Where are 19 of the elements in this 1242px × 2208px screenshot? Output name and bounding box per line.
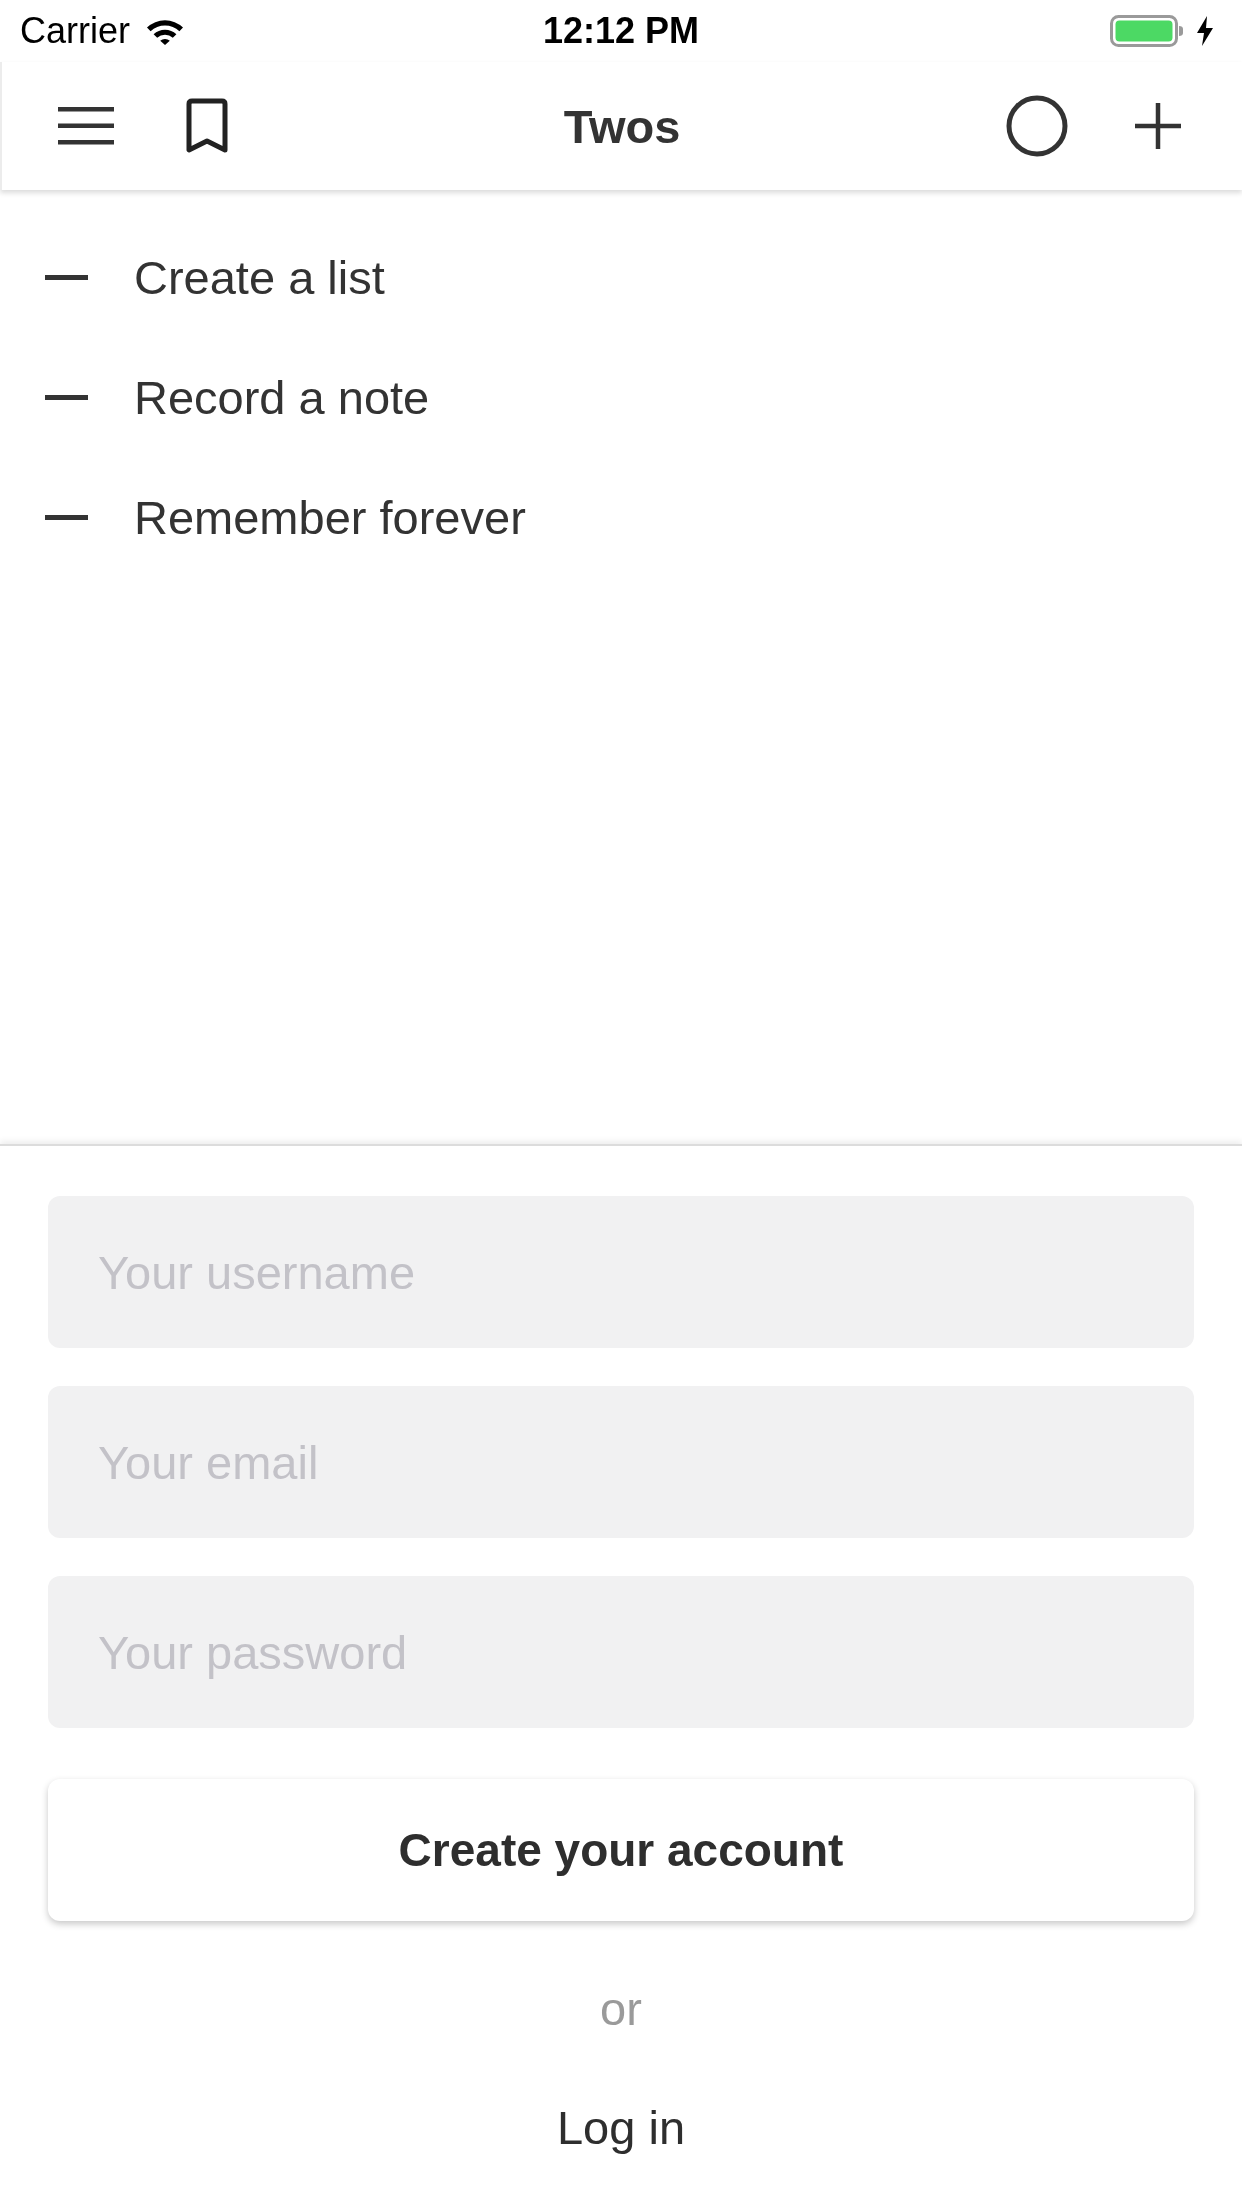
menu-icon	[58, 107, 114, 145]
list-item-text: Create a list	[134, 253, 385, 301]
circle-button[interactable]	[1006, 95, 1068, 157]
bookmark-icon	[185, 98, 229, 154]
dash-icon	[45, 514, 88, 520]
carrier-name: Carrier	[20, 13, 130, 49]
dash-icon	[45, 274, 88, 280]
circle-icon	[1006, 95, 1068, 157]
app-title: Twos	[563, 102, 681, 150]
or-separator: or	[600, 1984, 642, 2032]
dash-icon	[45, 394, 88, 400]
battery-icon	[1110, 15, 1184, 47]
create-account-button[interactable]: Create your account	[48, 1779, 1194, 1921]
status-time: 12:12 PM	[542, 13, 700, 49]
list-item-text: Record a note	[134, 373, 430, 421]
add-button[interactable]	[1134, 102, 1182, 150]
wifi-icon	[146, 17, 184, 45]
plus-icon	[1135, 103, 1181, 149]
list-item-text: Remember forever	[134, 493, 526, 541]
